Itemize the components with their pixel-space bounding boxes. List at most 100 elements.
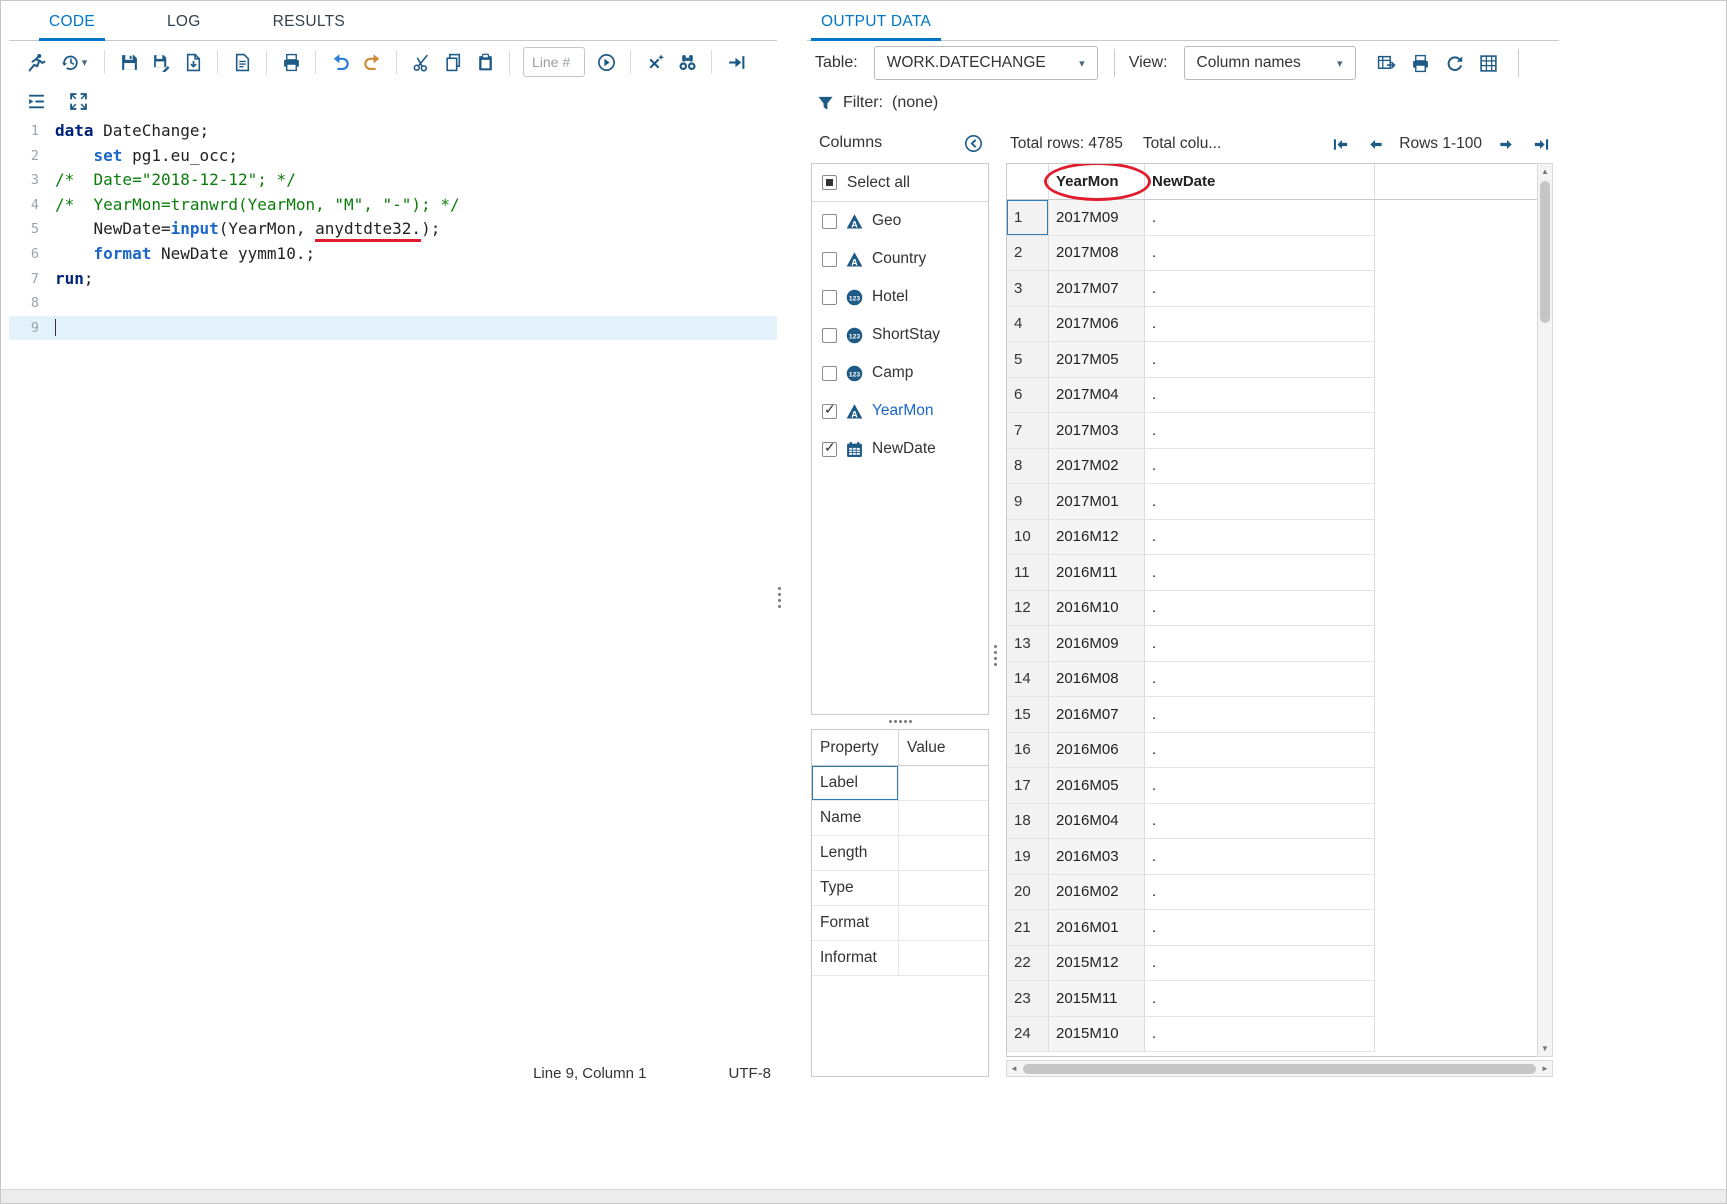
yearmon-cell[interactable]: 2016M03: [1049, 839, 1145, 875]
grid-row-11[interactable]: 112016M11.: [1007, 555, 1537, 591]
column-name[interactable]: Country: [872, 250, 926, 268]
column-checkbox[interactable]: [822, 328, 837, 343]
tab-output-data[interactable]: OUTPUT DATA: [815, 3, 937, 40]
row-number-cell[interactable]: 21: [1007, 910, 1049, 946]
newdate-cell[interactable]: .: [1145, 307, 1375, 343]
vertical-scroll-thumb[interactable]: [1540, 181, 1550, 323]
grid-row-3[interactable]: 32017M07.: [1007, 271, 1537, 307]
column-checkbox[interactable]: [822, 442, 837, 457]
newdate-cell[interactable]: .: [1145, 733, 1375, 769]
refresh-button[interactable]: [1440, 48, 1470, 78]
last-page-button[interactable]: [1530, 133, 1552, 155]
goto-line-button[interactable]: [591, 47, 621, 77]
next-page-button[interactable]: [1495, 133, 1517, 155]
yearmon-column-header[interactable]: YearMon: [1049, 164, 1145, 199]
open-table-button[interactable]: [1372, 48, 1402, 78]
grid-row-4[interactable]: 42017M06.: [1007, 307, 1537, 343]
column-name[interactable]: Geo: [872, 212, 901, 230]
print-data-button[interactable]: [1406, 48, 1436, 78]
yearmon-cell[interactable]: 2015M11: [1049, 981, 1145, 1017]
property-row[interactable]: Format: [812, 906, 988, 941]
newdate-cell[interactable]: .: [1145, 697, 1375, 733]
row-number-cell[interactable]: 11: [1007, 555, 1049, 591]
newdate-cell[interactable]: .: [1145, 484, 1375, 520]
grid-row-16[interactable]: 162016M06.: [1007, 733, 1537, 769]
property-name[interactable]: Informat: [812, 941, 898, 975]
row-number-cell[interactable]: 7: [1007, 413, 1049, 449]
newdate-cell[interactable]: .: [1145, 555, 1375, 591]
newdate-cell[interactable]: .: [1145, 626, 1375, 662]
yearmon-cell[interactable]: 2016M10: [1049, 591, 1145, 627]
column-checkbox[interactable]: [822, 366, 837, 381]
cut-button[interactable]: [406, 47, 436, 77]
newdate-cell[interactable]: .: [1145, 875, 1375, 911]
row-number-cell[interactable]: 15: [1007, 697, 1049, 733]
property-name[interactable]: Type: [812, 871, 898, 905]
grid-resize-handle[interactable]: [994, 651, 997, 654]
row-number-cell[interactable]: 1: [1007, 200, 1049, 236]
newdate-cell[interactable]: .: [1145, 413, 1375, 449]
row-number-cell[interactable]: 20: [1007, 875, 1049, 911]
code-line-2[interactable]: 2 set pg1.eu_occ;: [9, 144, 777, 169]
yearmon-cell[interactable]: 2017M03: [1049, 413, 1145, 449]
yearmon-cell[interactable]: 2016M12: [1049, 520, 1145, 556]
submission-history-button[interactable]: ▾: [53, 47, 95, 77]
property-row[interactable]: Length: [812, 836, 988, 871]
yearmon-cell[interactable]: 2017M07: [1049, 271, 1145, 307]
yearmon-cell[interactable]: 2016M09: [1049, 626, 1145, 662]
row-number-cell[interactable]: 2: [1007, 236, 1049, 272]
newdate-cell[interactable]: .: [1145, 271, 1375, 307]
yearmon-cell[interactable]: 2017M02: [1049, 449, 1145, 485]
property-row[interactable]: Informat: [812, 941, 988, 976]
vertical-scrollbar[interactable]: ▲ ▼: [1537, 163, 1553, 1057]
newdate-cell[interactable]: .: [1145, 662, 1375, 698]
row-number-cell[interactable]: 13: [1007, 626, 1049, 662]
yearmon-cell[interactable]: 2017M06: [1049, 307, 1145, 343]
row-number-cell[interactable]: 22: [1007, 946, 1049, 982]
download-button[interactable]: [178, 47, 208, 77]
grid-row-18[interactable]: 182016M04.: [1007, 804, 1537, 840]
previous-page-button[interactable]: [1364, 133, 1386, 155]
filter-value[interactable]: (none): [892, 94, 938, 112]
property-row[interactable]: Name: [812, 801, 988, 836]
newdate-cell[interactable]: .: [1145, 342, 1375, 378]
collapse-columns-button[interactable]: [961, 131, 985, 155]
row-number-cell[interactable]: 3: [1007, 271, 1049, 307]
yearmon-cell[interactable]: 2016M01: [1049, 910, 1145, 946]
code-editor[interactable]: 1data DateChange;2 set pg1.eu_occ;3/* Da…: [9, 119, 777, 1053]
columns-resize-handle[interactable]: [899, 720, 902, 723]
row-number-cell[interactable]: 16: [1007, 733, 1049, 769]
scroll-left-arrow[interactable]: ◄: [1007, 1064, 1021, 1073]
grid-row-19[interactable]: 192016M03.: [1007, 839, 1537, 875]
panel-resize-handle[interactable]: [778, 593, 781, 596]
row-number-cell[interactable]: 17: [1007, 768, 1049, 804]
horizontal-scroll-thumb[interactable]: [1023, 1064, 1536, 1074]
grid-row-20[interactable]: 202016M02.: [1007, 875, 1537, 911]
grid-row-14[interactable]: 142016M08.: [1007, 662, 1537, 698]
select-all-checkbox[interactable]: [822, 175, 837, 190]
paste-button[interactable]: [470, 47, 500, 77]
save-button[interactable]: [114, 47, 144, 77]
save-as-button[interactable]: [146, 47, 176, 77]
grid-row-5[interactable]: 52017M05.: [1007, 342, 1537, 378]
property-row[interactable]: Type: [812, 871, 988, 906]
column-list-item[interactable]: NewDate: [812, 430, 988, 468]
row-number-cell[interactable]: 5: [1007, 342, 1049, 378]
property-name[interactable]: Label: [812, 766, 898, 800]
column-list-item[interactable]: 123Camp: [812, 354, 988, 392]
grid-row-7[interactable]: 72017M03.: [1007, 413, 1537, 449]
row-number-cell[interactable]: 8: [1007, 449, 1049, 485]
grid-row-10[interactable]: 102016M12.: [1007, 520, 1537, 556]
row-number-cell[interactable]: 14: [1007, 662, 1049, 698]
copy-button[interactable]: [438, 47, 468, 77]
grid-row-12[interactable]: 122016M10.: [1007, 591, 1537, 627]
code-line-1[interactable]: 1data DateChange;: [9, 119, 777, 144]
newdate-cell[interactable]: .: [1145, 839, 1375, 875]
row-number-cell[interactable]: 18: [1007, 804, 1049, 840]
yearmon-cell[interactable]: 2017M09: [1049, 200, 1145, 236]
yearmon-cell[interactable]: 2017M08: [1049, 236, 1145, 272]
clear-code-button[interactable]: [640, 47, 670, 77]
row-number-cell[interactable]: 24: [1007, 1017, 1049, 1053]
run-button[interactable]: [21, 47, 51, 77]
newdate-cell[interactable]: .: [1145, 804, 1375, 840]
